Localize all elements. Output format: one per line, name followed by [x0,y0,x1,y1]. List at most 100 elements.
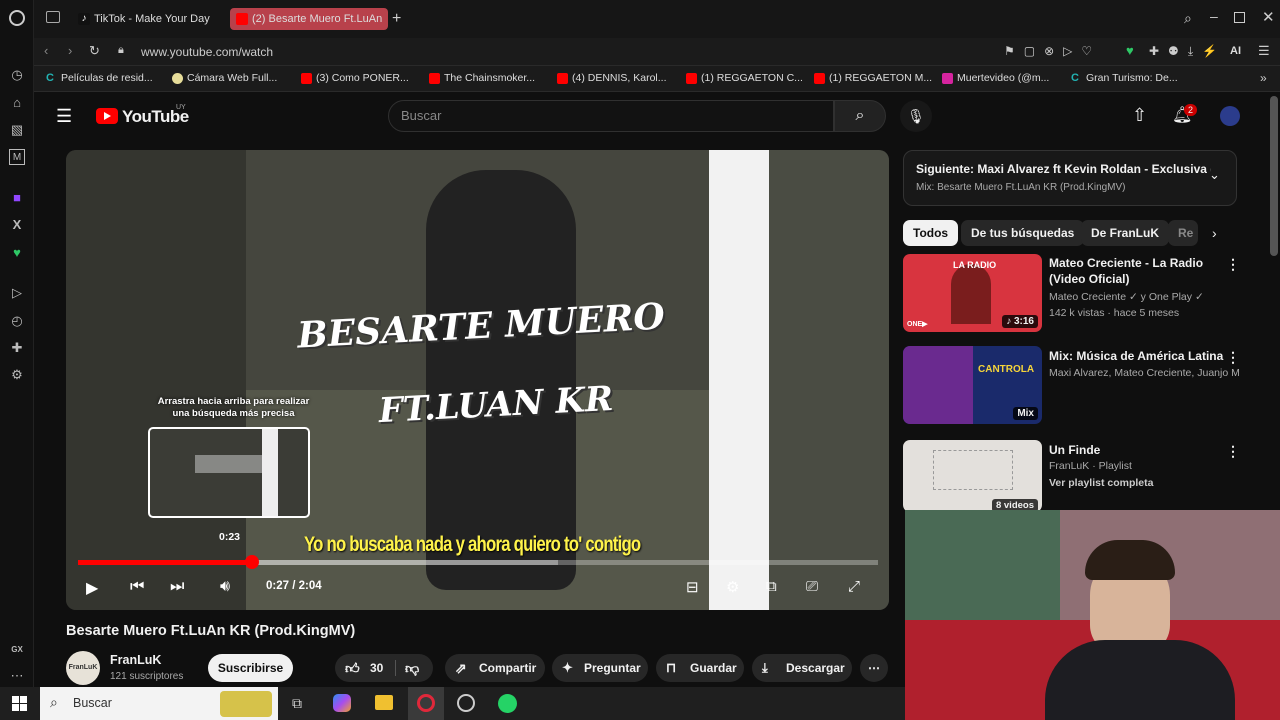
search-button[interactable]: ⌕ [834,100,886,132]
task-view-icon[interactable]: ⧉ [292,695,302,712]
bookmark-item[interactable]: Cámara Web Full... [172,72,277,84]
mic-icon[interactable]: 🎙︎ [900,100,932,132]
chip-all[interactable]: Todos [903,220,959,246]
bookmark-item[interactable]: (1) REGGAETON M... [814,72,932,84]
channel-name[interactable]: FranLuK [110,653,161,667]
search-box[interactable]: Buscar [388,100,834,132]
close-window-icon[interactable]: ✕ [1262,8,1275,26]
chevron-down-icon[interactable]: ⌄ [1209,167,1220,183]
chip-truncated[interactable]: Re [1168,220,1198,246]
address-actions[interactable]: ⚑▢⊗▷♡ [1004,44,1101,58]
chevron-right-icon[interactable]: › [1212,225,1217,241]
progress-track[interactable] [78,555,878,569]
url-field[interactable]: www.youtube.com/watch [141,45,273,59]
miniplayer-icon[interactable]: ⧉ [766,578,777,595]
chip-from-searches[interactable]: De tus búsquedas [961,220,1085,246]
save-button[interactable]: ⊓ Guardar [656,654,744,682]
copilot-icon[interactable] [333,694,351,712]
settings-icon[interactable]: ⚙ [726,578,739,596]
video-title[interactable]: Mateo Creciente - La Radio (Video Oficia… [1049,255,1214,287]
whatsapp-icon[interactable] [498,694,517,713]
video-player[interactable]: BESARTE MUERO FT.LUAN KR Arrastra hacia … [66,150,889,610]
avatar[interactable] [1220,106,1240,126]
dislike-icon[interactable]: 👎︎ [405,654,419,682]
opera-logo-icon[interactable] [9,10,25,26]
more-options-icon[interactable]: ⋮ [1226,349,1240,366]
bookmark-item[interactable]: C Gran Turismo: De... [1071,72,1178,84]
taskbar-search-input[interactable]: Buscar [73,696,112,710]
like-count[interactable]: 30 [370,654,383,682]
play-icon[interactable]: ▶ [86,578,98,598]
settings-gear-icon[interactable]: ⚙ [9,367,25,383]
search-input[interactable]: Buscar [401,108,441,123]
youtube-logo-icon[interactable] [96,108,118,124]
tab-islands-icon[interactable]: ▧ [9,122,25,138]
tab-youtube[interactable]: (2) Besarte Muero Ft.LuAn [230,8,388,30]
subtitles-icon[interactable]: ⊟ [686,578,699,596]
extensions-icon[interactable]: ✚ [9,340,25,356]
next-up-panel[interactable]: Siguiente: Maxi Alvarez ft Kevin Roldan … [903,150,1237,206]
back-icon[interactable]: ‹ [44,43,48,58]
view-playlist-link[interactable]: Ver playlist completa [1049,475,1153,491]
gx-corner-icon[interactable]: ♥ [9,245,25,261]
maximize-icon[interactable] [1234,12,1245,23]
bookmark-item[interactable]: (4) DENNIS, Karol... [557,72,667,84]
thumbnail[interactable]: LA RADIO ONE▶ ♪ 3:16 [903,254,1042,332]
video-channel[interactable]: Mateo Creciente ✓ y One Play ✓ [1049,289,1204,305]
history-icon[interactable]: ◴ [9,313,25,329]
bookmarks-bar: C Películas de resid... Cámara Web Full..… [34,66,1280,92]
like-icon[interactable]: 👍︎ [345,654,360,682]
chip-from-channel[interactable]: De FranLuK [1081,220,1170,246]
page-scrollbar[interactable] [1270,96,1278,256]
next-icon[interactable]: ⏭︎ [170,578,184,596]
video-title[interactable]: Un Finde [1049,442,1100,458]
subscribe-button[interactable]: Suscribirse [208,654,293,682]
flow-icon[interactable]: ⌂ [9,95,25,111]
x-icon[interactable]: X [9,217,25,233]
video-title[interactable]: Mix: Música de América Latina [1049,348,1224,364]
bookmark-item[interactable]: Muertevideo (@m... [942,72,1049,84]
more-actions-button[interactable]: ⋯ [860,654,888,682]
vpn-icon[interactable]: ♥ [1126,43,1134,58]
ai-label[interactable]: AI [1230,45,1241,57]
thumbnail[interactable]: CANTROLA Mix [903,346,1042,424]
messenger-icon[interactable]: M [9,149,25,165]
search-tabs-icon[interactable]: ⌕ [1184,10,1192,27]
windows-start-icon[interactable] [12,696,27,711]
app-icon[interactable] [457,694,475,712]
thumbnail[interactable]: 8 videos [903,440,1042,512]
new-tab-icon[interactable]: + [392,10,401,28]
opera-taskbar-button[interactable] [408,687,444,720]
more-bookmarks-icon[interactable]: » [1260,71,1267,85]
previous-icon[interactable]: ⏮︎ [130,578,144,596]
more-options-icon[interactable]: ⋮ [1226,443,1240,460]
bookmark-item[interactable]: The Chainsmoker... [429,72,535,84]
channel-avatar[interactable]: FranLuK [66,651,100,685]
menu-icon[interactable]: ☰ [1258,43,1270,59]
bookmark-item[interactable]: C Películas de resid... [46,72,153,84]
speed-dial-icon[interactable]: ◷ [9,67,25,83]
more-options-icon[interactable]: ⋮ [1226,256,1240,273]
forward-icon[interactable]: › [68,43,72,58]
hamburger-menu-icon[interactable]: ☰ [56,106,72,127]
file-explorer-icon[interactable] [375,695,393,710]
share-button[interactable]: ⇗ Compartir [445,654,545,682]
more-dots-icon[interactable]: ⋯ [9,668,25,684]
download-button[interactable]: ⤓ Descargar [752,654,852,682]
opera-gx-icon [417,694,435,712]
bookmark-item[interactable]: (3) Como PONER... [301,72,409,84]
taskbar-search[interactable]: ⌕ Buscar [40,687,278,720]
fullscreen-icon[interactable]: ⤢ [848,578,860,595]
twitch-icon[interactable]: ■ [9,190,25,206]
create-upload-icon[interactable]: ⇧ [1132,105,1147,126]
bookmark-item[interactable]: (1) REGGAETON C... [686,72,803,84]
volume-icon[interactable]: 🔊︎ [220,578,230,596]
reload-icon[interactable]: ↻ [89,43,100,59]
player-icon[interactable]: ▷ [9,285,25,301]
cast-icon[interactable]: ⎚ [806,578,818,595]
tab-search-icon[interactable] [46,11,60,23]
tab-tiktok[interactable]: ♪ TikTok - Make Your Day [72,8,222,30]
ask-button[interactable]: ✦ Preguntar [552,654,648,682]
extension-icons[interactable]: ✚⚉⤓⚡ [1149,44,1226,59]
minimize-icon[interactable]: – [1210,8,1218,24]
